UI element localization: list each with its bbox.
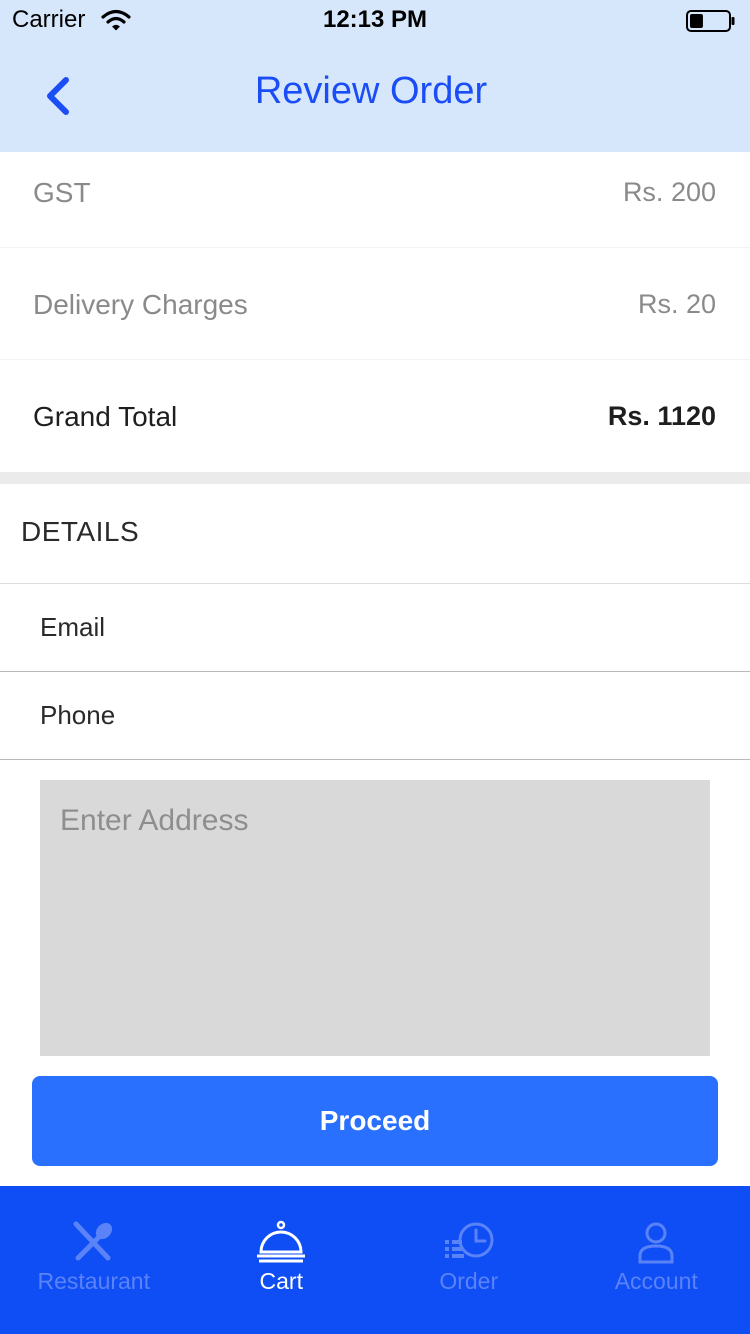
address-input[interactable] [40,780,710,1056]
status-time: 12:13 PM [322,6,428,33]
battery-icon [686,10,735,32]
phone-field[interactable]: Phone [0,672,750,760]
details-title: DETAILS [21,516,140,547]
tab-restaurant[interactable]: Restaurant [0,1186,188,1334]
tab-restaurant-label: Restaurant [37,1268,150,1294]
user-icon [638,1222,674,1264]
gst-row: GST Rs. 200 [0,152,750,248]
tab-account[interactable]: Account [563,1186,750,1334]
grand-total-label: Grand Total [33,401,178,432]
tab-cart-label: Cart [259,1268,303,1294]
tab-order[interactable]: Order [375,1186,563,1334]
grand-total-value: Rs. 1120 [607,401,716,431]
tab-account-label: Account [614,1268,698,1294]
email-field[interactable]: Email [0,584,750,672]
fork-spoon-icon [73,1221,112,1261]
delivery-charges-row: Delivery Charges Rs. 20 [0,248,750,360]
gst-label: GST [33,177,91,208]
proceed-button[interactable]: Proceed [32,1076,718,1166]
grand-total-row: Grand Total Rs. 1120 [0,360,750,472]
status-bar: Carrier 12:13 PM [0,0,750,40]
section-divider [0,472,750,484]
page-title: Review Order [254,70,488,112]
details-header: DETAILS [0,484,750,584]
tab-order-label: Order [439,1268,499,1294]
phone-field-label: Phone [40,700,116,730]
delivery-charges-value: Rs. 20 [637,289,716,319]
service-bell-icon [257,1220,306,1263]
tab-bar: Restaurant Cart Order Account [0,1186,750,1334]
nav-bar: Review Order [0,40,750,152]
delivery-charges-label: Delivery Charges [33,289,248,320]
email-field-label: Email [40,612,106,642]
tab-cart[interactable]: Cart [188,1186,376,1334]
gst-value: Rs. 200 [622,177,716,207]
order-history-icon [444,1222,494,1258]
